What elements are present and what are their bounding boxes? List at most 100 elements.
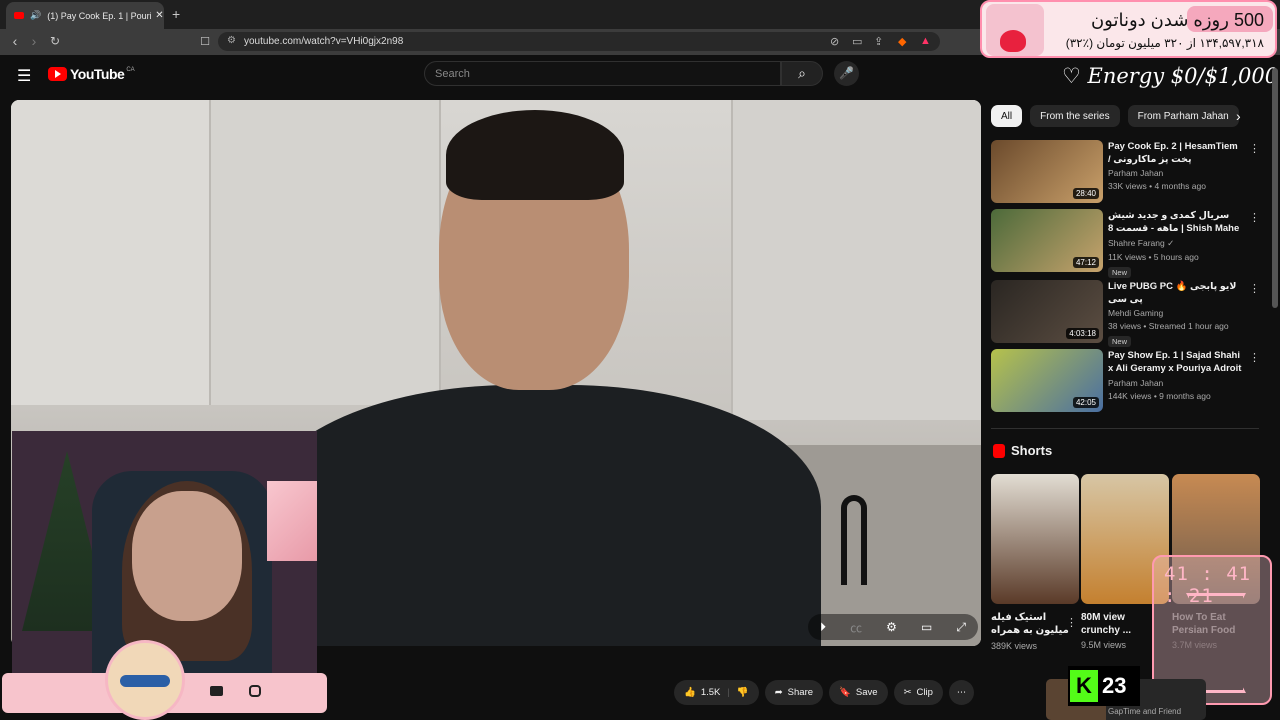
list-item[interactable]: 47:12 سریال کمدی و جدید شیش ماهه - قسمت … [991, 209, 1260, 278]
youtube-favicon-icon [14, 12, 24, 19]
video-frame-faucet [841, 495, 867, 585]
more-options-icon[interactable]: ⋮ [1249, 211, 1260, 224]
clip-label: Clip [916, 687, 933, 698]
short-info: استیک فیله میلیون به همراه پوره ... 389K… [991, 611, 1071, 651]
fullscreen-icon[interactable]: ⤢ [956, 620, 966, 635]
hamburger-menu-icon[interactable]: ☰ [17, 66, 31, 86]
energy-goal-overlay: ♡ Energy $0/$1,000 [1062, 64, 1279, 88]
more-options-icon[interactable]: ⋮ [1249, 282, 1260, 295]
list-item[interactable]: 28:40 Pay Cook Ep. 2 | HesamTiem / پخت پ… [991, 140, 1260, 206]
search-input[interactable]: Search [424, 61, 781, 86]
speaker-icon[interactable]: 🔊 [30, 10, 41, 21]
voice-search-button[interactable]: 🎤 [834, 61, 859, 86]
more-options-icon[interactable]: ⋮ [1249, 142, 1260, 155]
channel-name[interactable]: Parham Jahan [1108, 378, 1242, 388]
save-label: Save [855, 687, 878, 698]
autoplay-toggle-icon[interactable]: ⏵ [820, 620, 826, 635]
share-button[interactable]: ➦ Share [764, 680, 824, 705]
short-info: 80M view crunchy ... 9.5M views [1081, 611, 1161, 650]
browser-tab[interactable]: 🔊 (1) Pay Cook Ep. 1 | Pouriya A ✕ [6, 2, 164, 29]
streamer-face [132, 491, 242, 621]
tab-title: (1) Pay Cook Ep. 1 | Pouriya A [47, 10, 152, 21]
duration-badge: 42:05 [1072, 397, 1099, 408]
video-info: سریال کمدی و جدید شیش ماهه - قسمت 8 | Sh… [1108, 209, 1242, 280]
video-title[interactable]: Pay Cook Ep. 2 | HesamTiem / پخت پز ماکا… [1108, 140, 1242, 166]
channel-name[interactable]: Mehdi Gaming [1108, 308, 1242, 318]
share-icon: ➦ [774, 687, 783, 698]
duration-badge: 28:40 [1072, 188, 1099, 199]
hexagon-lights [267, 481, 317, 561]
captions-icon[interactable]: ㏄ [850, 619, 862, 636]
back-icon[interactable]: ‹ [5, 33, 25, 49]
bookmark-icon: 🔖 [839, 687, 851, 698]
short-title[interactable]: 80M view crunchy ... [1081, 611, 1161, 637]
share-page-icon[interactable]: ⇪ [874, 35, 883, 48]
channel-name[interactable]: Parham Jahan [1108, 168, 1242, 178]
chip-all[interactable]: All [991, 105, 1023, 127]
settings-gear-icon[interactable]: ⚙ [886, 620, 897, 634]
donation-avatar-heart-icon [986, 4, 1044, 56]
brave-shield-icon[interactable]: ◆ [898, 35, 906, 48]
donation-title: 500 روزه شدن دوناتون [1090, 10, 1264, 30]
hourglass-icon [1186, 593, 1246, 693]
youtube-social-icon [210, 686, 223, 696]
url-text: youtube.com/watch?v=VHi0gjx2n98 [244, 36, 404, 47]
reload-icon[interactable]: ↻ [45, 34, 65, 48]
close-tab-icon[interactable]: ✕ [155, 10, 163, 21]
video-title[interactable]: سریال کمدی و جدید شیش ماهه - قسمت 8 | Sh… [1108, 209, 1242, 236]
channel-name[interactable]: Shahre Farang ✓ [1108, 238, 1242, 249]
video-thumbnail[interactable]: 47:12 [991, 209, 1103, 272]
youtube-logo[interactable]: YouTube CA [48, 66, 135, 82]
new-tab-button[interactable]: + [172, 6, 180, 22]
divider [991, 428, 1259, 429]
list-item[interactable]: 4:03:18 Live PUBG PC 🔥 لایو پابجی پی سی … [991, 280, 1260, 349]
video-title[interactable]: Live PUBG PC 🔥 لایو پابجی پی سی [1108, 280, 1242, 306]
save-button[interactable]: 🔖 Save [829, 680, 888, 705]
short-thumbnail[interactable] [991, 474, 1079, 604]
chip-from-series[interactable]: From the series [1030, 105, 1120, 127]
thumbs-down-icon[interactable]: 👎 [737, 687, 749, 698]
like-count: 1.5K [700, 687, 721, 698]
sunglasses [120, 675, 170, 687]
theater-mode-icon[interactable]: ▭ [921, 620, 932, 634]
forward-icon[interactable]: › [24, 33, 44, 49]
search-icon: ⌕ [798, 65, 806, 81]
shorts-heading: Shorts [993, 443, 1052, 458]
video-controls: ⏵ ㏄ ⚙ ▭ ⤢ [808, 614, 978, 640]
thumbs-up-icon: 👍 [684, 687, 696, 698]
bookmark-icon[interactable]: ☐ [195, 35, 215, 48]
rewards-icon[interactable]: ▲ [920, 35, 931, 47]
youtube-wordmark: YouTube [70, 66, 125, 82]
video-meta: 144K views • 9 months ago [1108, 391, 1211, 401]
more-options-icon[interactable]: ⋮ [1249, 351, 1260, 364]
search-button[interactable]: ⌕ [781, 61, 823, 86]
instagram-social-icon [249, 685, 261, 697]
video-frame-cabinet [211, 100, 441, 405]
video-thumbnail[interactable]: 28:40 [991, 140, 1103, 203]
more-options-icon[interactable]: ⋮ [1066, 616, 1077, 629]
list-item[interactable]: 42:05 Pay Show Ep. 1 | Sajad Shahi x Ali… [991, 349, 1260, 415]
video-info: Live PUBG PC 🔥 لایو پابجی پی سی Mehdi Ga… [1108, 280, 1242, 349]
scissors-icon: ✂ [903, 687, 912, 698]
site-info-icon[interactable]: ⚙ [227, 35, 236, 46]
new-badge: New [1108, 336, 1132, 347]
shorts-title: Shorts [1011, 443, 1053, 458]
scrollbar[interactable] [1272, 68, 1278, 308]
video-thumbnail[interactable]: 4:03:18 [991, 280, 1103, 343]
more-actions-button[interactable]: ⋯ [948, 680, 975, 705]
short-title[interactable]: استیک فیله میلیون به همراه پوره ... [991, 611, 1071, 638]
channel-name[interactable]: GapTime and Friend [1108, 707, 1181, 716]
clip-button[interactable]: ✂ Clip [893, 680, 943, 705]
video-thumbnail[interactable]: 42:05 [991, 349, 1103, 412]
new-badge: New [1108, 267, 1132, 278]
short-views: 389K views [991, 641, 1038, 651]
like-button[interactable]: 👍 1.5K | 👎 [674, 680, 759, 705]
kick-logo: K [1070, 670, 1098, 702]
eye-off-icon[interactable]: ⊘ [830, 35, 839, 48]
chip-from-channel[interactable]: From Parham Jahan [1127, 105, 1239, 127]
picture-in-picture-icon[interactable]: ▭ [852, 35, 862, 48]
video-title[interactable]: Pay Show Ep. 1 | Sajad Shahi x Ali Geram… [1108, 349, 1242, 376]
video-frame-person-shirt [261, 385, 821, 646]
kick-counter-overlay: K 23 [1068, 666, 1140, 706]
chevron-right-icon[interactable]: › [1236, 108, 1241, 124]
